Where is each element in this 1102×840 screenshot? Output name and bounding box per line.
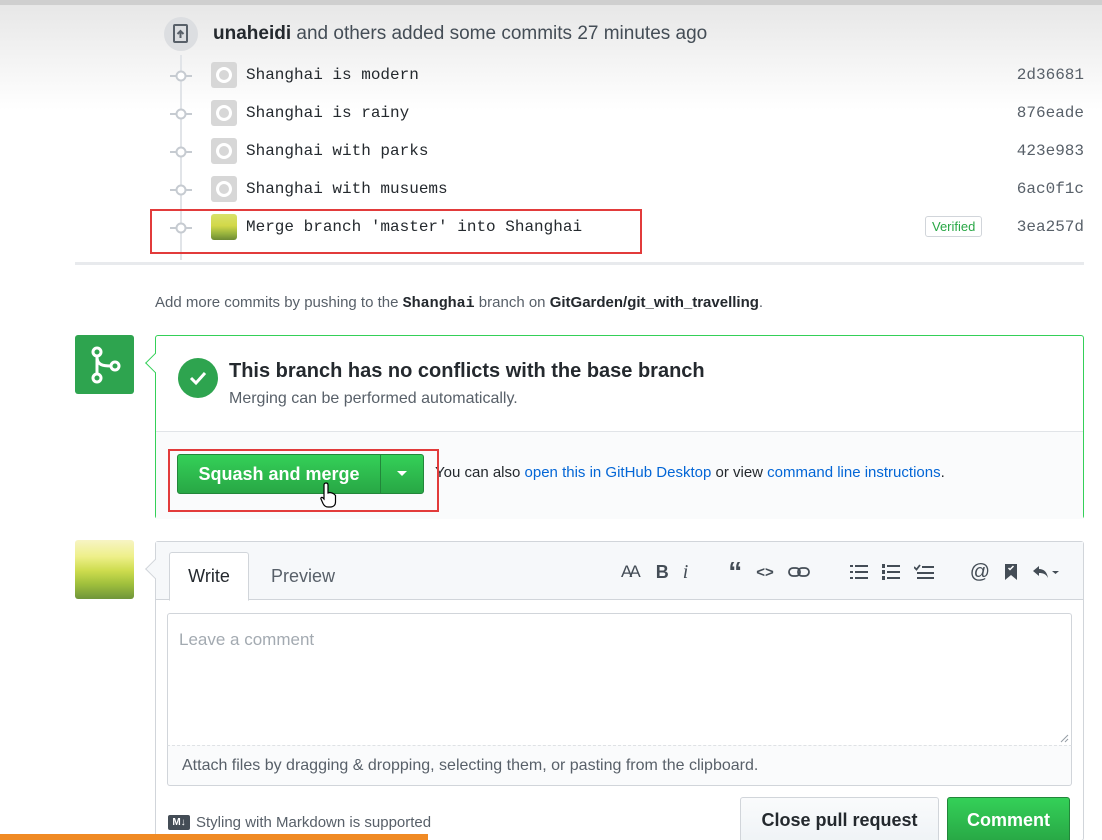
push-summary-text: and others added some commits 27 minutes… [291,23,708,44]
resize-handle-icon[interactable] [1059,733,1069,743]
top-fade [0,0,1102,110]
comment-tabbar: Write Preview AA B i “ <> @ [156,542,1083,601]
add-more-suffix: . [758,294,764,311]
commit-row[interactable]: Shanghai is modern 2d36681 [170,61,1084,91]
commit-dot-icon [170,146,192,158]
header-text-icon[interactable]: AA [621,562,641,582]
ordered-list-icon[interactable] [881,564,900,580]
close-pull-request-button[interactable]: Close pull request [740,797,939,840]
task-list-icon[interactable] [913,564,934,580]
top-border [0,0,1102,5]
branch-name: Shanghai [402,295,475,312]
commit-sha[interactable]: 3ea257d [1017,218,1084,236]
github-avatar-icon [211,100,237,126]
github-avatar-icon [211,62,237,88]
open-in-desktop-link[interactable]: open this in GitHub Desktop [525,464,712,481]
commit-row[interactable]: Shanghai with parks 423e983 [170,137,1084,167]
verified-badge[interactable]: Verified [925,216,983,237]
merge-status-subtitle: Merging can be performed automatically. [229,390,518,407]
repo-push-icon [164,17,198,51]
markdown-toolbar: AA B i “ <> @ [621,558,1074,586]
markdown-note: M↓ Styling with Markdown is supported [168,814,431,831]
section-divider [75,262,1084,265]
markdown-note-text[interactable]: Styling with Markdown is supported [196,814,431,831]
add-more-prefix: Add more commits by pushing to the [155,294,403,311]
commit-message[interactable]: Shanghai with musuems [246,180,448,198]
comment-button[interactable]: Comment [947,797,1070,840]
code-icon[interactable]: <> [756,564,774,581]
commit-row[interactable]: Shanghai is rainy 876eade [170,99,1084,129]
add-more-middle: branch on [474,294,550,311]
link-icon[interactable] [787,565,810,579]
merge-box-caret [145,353,165,373]
commit-dot-icon [170,70,192,82]
commit-sha[interactable]: 6ac0f1c [1017,180,1084,198]
commit-message[interactable]: Shanghai is modern [246,66,419,84]
hint-suffix: . [940,464,945,481]
push-author[interactable]: unaheidi [213,23,291,44]
italic-icon[interactable]: i [683,561,689,584]
tab-preview[interactable]: Preview [258,552,348,601]
bold-icon[interactable]: B [656,562,669,583]
merge-status-title: This branch has no conflicts with the ba… [229,360,705,382]
attach-files-area[interactable]: Attach files by dragging & dropping, sel… [167,745,1072,786]
git-merge-icon [75,335,134,394]
comment-placeholder: Leave a comment [179,630,315,649]
commit-message[interactable]: Shanghai is rainy [246,104,409,122]
github-avatar-icon [211,138,237,164]
commit-sha[interactable]: 876eade [1017,104,1084,122]
hand-cursor-icon [320,482,337,508]
comment-form: Write Preview AA B i “ <> @ Leave a comm… [145,541,1084,840]
highlight-box-merge-commit [150,209,642,254]
commit-sha[interactable]: 2d36681 [1017,66,1084,84]
merge-hint: You can also open this in GitHub Desktop… [435,464,945,481]
hint-middle: or view [711,464,768,481]
check-icon [178,358,218,398]
commit-dot-icon [170,108,192,120]
reply-icon[interactable] [1032,564,1060,580]
commit-message[interactable]: Shanghai with parks [246,142,428,160]
quote-icon[interactable]: “ [728,558,742,586]
progress-accent-bar [0,834,428,840]
bookmark-icon[interactable] [1004,563,1018,581]
tab-write[interactable]: Write [169,552,249,601]
unordered-list-icon[interactable] [849,564,868,580]
highlight-box-squash-merge [168,449,439,512]
hint-prefix: You can also [435,464,525,481]
mention-icon[interactable]: @ [970,561,990,584]
command-line-instructions-link[interactable]: command line instructions [767,464,940,481]
commit-dot-icon [170,184,192,196]
add-more-commits-note: Add more commits by pushing to the Shang… [155,294,763,312]
user-avatar[interactable] [75,540,134,599]
github-avatar-icon [211,176,237,202]
repo-name[interactable]: GitGarden/git_with_travelling [550,294,759,311]
push-summary: unaheidi and others added some commits 2… [213,23,707,45]
comment-textarea[interactable]: Leave a comment [167,613,1072,745]
commit-sha[interactable]: 423e983 [1017,142,1084,160]
markdown-icon: M↓ [168,815,190,830]
commit-row[interactable]: Shanghai with musuems 6ac0f1c [170,175,1084,205]
